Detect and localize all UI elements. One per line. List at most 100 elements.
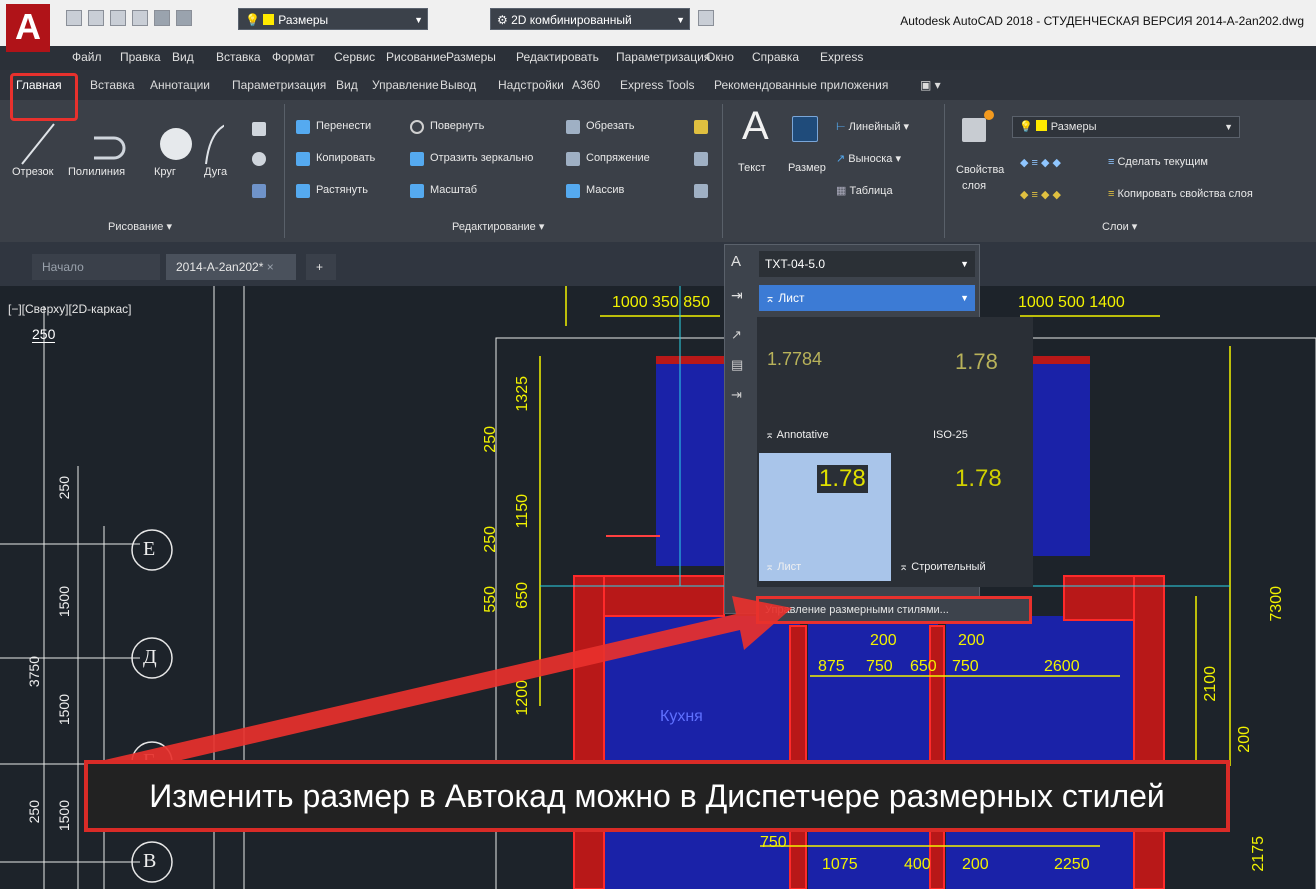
- trim-tool[interactable]: Обрезать: [586, 120, 635, 132]
- tab-start[interactable]: Начало: [32, 254, 160, 280]
- undo-icon[interactable]: [154, 10, 170, 26]
- draw-tool-icons: [21, 123, 224, 165]
- layer-select[interactable]: 💡 Размеры ▼: [1012, 116, 1240, 138]
- leader-tool[interactable]: ↗ Выноска ▾: [836, 152, 901, 165]
- camera-icon[interactable]: ▣ ▾: [920, 78, 941, 92]
- menu-item[interactable]: Вид: [172, 50, 194, 64]
- dimension-tool[interactable]: Размер: [788, 162, 826, 174]
- menu-item[interactable]: Рисование: [386, 50, 446, 64]
- close-icon[interactable]: ×: [267, 260, 274, 274]
- dim-text: 200: [1236, 726, 1253, 753]
- tab-drawing[interactable]: 2014-A-2an202* ×: [166, 254, 296, 280]
- modify-panel-title[interactable]: Редактирование ▾: [452, 220, 544, 233]
- copy-tool[interactable]: Копировать: [316, 152, 375, 164]
- manage-dimension-styles-button[interactable]: Управление размерными стилями...: [756, 596, 1032, 624]
- dim-text: 550: [482, 586, 499, 613]
- open-file-icon[interactable]: [88, 10, 104, 26]
- style-iso-25[interactable]: 1.78 ISO-25: [893, 321, 1025, 449]
- match-layer-label: Копировать свойства слоя: [1117, 188, 1253, 200]
- menu-item[interactable]: Формат: [272, 50, 315, 64]
- array-tool[interactable]: Массив: [586, 184, 624, 196]
- gradient-icon[interactable]: [252, 184, 266, 198]
- new-tab-plus-icon[interactable]: +: [306, 254, 336, 280]
- layer-tool-icons-2[interactable]: ◆ ≡ ◆ ◆: [1020, 188, 1061, 201]
- workspace-dropdown[interactable]: ⚙ 2D комбинированный ▼: [490, 8, 690, 30]
- array-icon: [566, 184, 580, 198]
- table-label: Таблица: [849, 185, 893, 197]
- make-current-button[interactable]: ≡ Сделать текущим: [1108, 156, 1208, 168]
- erase-icon[interactable]: [694, 120, 708, 134]
- fillet-tool[interactable]: Сопряжение: [586, 152, 650, 164]
- move-tool[interactable]: Перенести: [316, 120, 371, 132]
- linear-label: Линейный: [848, 121, 901, 133]
- tab-drawing-label: 2014-A-2an202*: [176, 260, 264, 274]
- text-style-value: TXT-04-5.0: [765, 257, 826, 271]
- ribbon-tab[interactable]: Параметризация: [232, 78, 326, 92]
- text-style-select[interactable]: TXT-04-5.0 ▼: [759, 251, 975, 277]
- menu-item[interactable]: Express: [820, 50, 863, 64]
- ribbon-tab[interactable]: Аннотации: [150, 78, 210, 92]
- viewport-controls[interactable]: [−][Сверху][2D-каркас]: [8, 302, 132, 316]
- rectangle-icon[interactable]: [252, 122, 266, 136]
- style-annotative[interactable]: 1.7784 ⌅ Annotative: [759, 321, 891, 449]
- menu-item[interactable]: Вставка: [216, 50, 261, 64]
- ribbon-tab[interactable]: Express Tools: [620, 78, 694, 92]
- new-file-icon[interactable]: [66, 10, 82, 26]
- application-menu-button[interactable]: A: [6, 4, 50, 52]
- text-tool[interactable]: Текст: [738, 162, 766, 174]
- linear-dimension[interactable]: ⊢ Линейный ▾: [836, 120, 909, 133]
- arc-tool[interactable]: Дуга: [204, 166, 227, 178]
- layer-properties-line1[interactable]: Свойства: [956, 164, 1004, 176]
- style-preview: 1.78: [955, 465, 1002, 492]
- ribbon-tab[interactable]: Вид: [336, 78, 358, 92]
- menu-item[interactable]: Параметризация: [616, 50, 710, 64]
- ribbon-tab[interactable]: Вывод: [440, 78, 476, 92]
- polyline-tool[interactable]: Полилиния: [68, 166, 125, 178]
- layer-properties-line2[interactable]: слоя: [962, 180, 986, 192]
- save-as-icon[interactable]: [132, 10, 148, 26]
- ribbon-tab[interactable]: A360: [572, 78, 600, 92]
- scale-tool[interactable]: Масштаб: [430, 184, 477, 196]
- mirror-tool[interactable]: Отразить зеркально: [430, 152, 533, 164]
- leader-label: Выноска: [848, 153, 893, 165]
- menu-item[interactable]: Файл: [72, 50, 102, 64]
- dim-text: 750: [866, 658, 893, 675]
- style-name: ⌅ Строительный: [899, 561, 986, 573]
- hatch-icon[interactable]: [252, 152, 266, 166]
- layer-dropdown[interactable]: 💡 Размеры ▼: [238, 8, 428, 30]
- save-icon[interactable]: [110, 10, 126, 26]
- dim-text: 200: [870, 632, 897, 649]
- copy-icon: [296, 152, 310, 166]
- menu-item[interactable]: Окно: [706, 50, 734, 64]
- menu-item[interactable]: Редактировать: [516, 50, 599, 64]
- dimension-style-select[interactable]: ⌅ Лист ▼: [759, 285, 975, 311]
- plot-icon[interactable]: [698, 10, 714, 26]
- ribbon-panel: Отрезок Полилиния Круг Дуга Рисование ▾ …: [0, 100, 1316, 242]
- ribbon-tab[interactable]: Вставка: [90, 78, 135, 92]
- menu-item[interactable]: Правка: [120, 50, 161, 64]
- style-list-selected[interactable]: 1.78 ⌅ Лист: [759, 453, 891, 581]
- draw-panel-title[interactable]: Рисование ▾: [108, 220, 172, 233]
- redo-icon[interactable]: [176, 10, 192, 26]
- layers-panel-title[interactable]: Слои ▾: [1102, 220, 1137, 233]
- ribbon-tab[interactable]: Надстройки: [498, 78, 564, 92]
- mirror-icon: [410, 152, 424, 166]
- text-style-icon: A: [731, 253, 742, 270]
- stretch-tool[interactable]: Растянуть: [316, 184, 368, 196]
- menu-item[interactable]: Сервис: [334, 50, 375, 64]
- stretch-icon: [296, 184, 310, 198]
- ribbon-tab[interactable]: Рекомендованные приложения: [714, 78, 888, 92]
- match-layer-button[interactable]: ≡ Копировать свойства слоя: [1108, 188, 1253, 200]
- rotate-tool[interactable]: Повернуть: [430, 120, 484, 132]
- layer-tool-icons[interactable]: ◆ ≡ ◆ ◆: [1020, 156, 1061, 169]
- explode-icon[interactable]: [694, 152, 708, 166]
- line-tool[interactable]: Отрезок: [12, 166, 53, 178]
- menu-item[interactable]: Размеры: [446, 50, 496, 64]
- style-construction[interactable]: 1.78 ⌅ Строительный: [893, 453, 1025, 581]
- circle-tool[interactable]: Круг: [154, 166, 176, 178]
- style-preview: 1.7784: [767, 349, 823, 369]
- offset-icon[interactable]: [694, 184, 708, 198]
- table-tool[interactable]: ▦ Таблица: [836, 184, 893, 197]
- menu-item[interactable]: Справка: [752, 50, 799, 64]
- ribbon-tab[interactable]: Управление: [372, 78, 439, 92]
